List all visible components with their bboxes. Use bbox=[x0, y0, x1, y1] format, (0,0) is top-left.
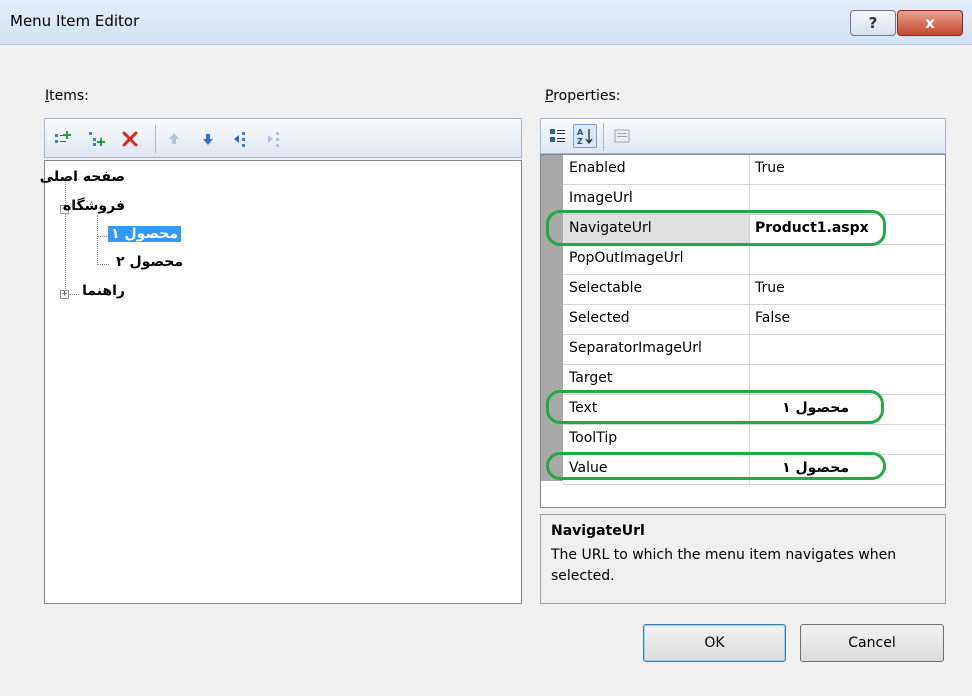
properties-toolbar: AZ bbox=[540, 118, 946, 154]
property-row-separatorimageurl[interactable]: SeparatorImageUrl bbox=[563, 335, 945, 365]
properties-label: Properties: bbox=[545, 88, 621, 104]
items-toolbar bbox=[44, 118, 522, 158]
property-row-selected[interactable]: Selected False bbox=[563, 305, 945, 335]
tree-item[interactable]: فروشگاه bbox=[63, 198, 125, 214]
window-title: Menu Item Editor bbox=[10, 12, 140, 30]
property-row-selectable[interactable]: Selectable True bbox=[563, 275, 945, 305]
move-down-icon[interactable] bbox=[197, 128, 219, 150]
cancel-button[interactable]: Cancel bbox=[800, 624, 944, 662]
expand-toggle-icon[interactable]: + bbox=[60, 290, 69, 299]
property-row-tooltip[interactable]: ToolTip bbox=[563, 425, 945, 455]
highlight-text bbox=[546, 390, 884, 424]
tree-item[interactable]: محصول ۲ bbox=[116, 254, 183, 270]
alphabetical-icon[interactable]: AZ bbox=[573, 124, 597, 148]
property-row-popoutimageurl[interactable]: PopOutImageUrl bbox=[563, 245, 945, 275]
items-label: Items: bbox=[45, 88, 89, 104]
property-row-enabled[interactable]: Enabled True bbox=[563, 155, 945, 185]
delete-icon[interactable] bbox=[119, 128, 141, 150]
help-icon: ? bbox=[868, 14, 878, 32]
ok-button[interactable]: OK bbox=[643, 624, 786, 662]
items-tree[interactable]: − + صفحه اصلی فروشگاه محصول ۱ محصول ۲ را… bbox=[40, 160, 522, 604]
tree-item[interactable]: راهنما bbox=[82, 283, 125, 299]
description-text: The URL to which the menu item navigates… bbox=[551, 547, 897, 584]
title-bar: Menu Item Editor ? x bbox=[0, 0, 972, 45]
svg-text:Z: Z bbox=[577, 137, 583, 145]
help-button[interactable]: ? bbox=[850, 10, 896, 36]
add-child-item-icon[interactable] bbox=[85, 128, 107, 150]
highlight-value bbox=[546, 452, 886, 480]
close-icon: x bbox=[925, 14, 935, 32]
property-pages-icon[interactable] bbox=[611, 125, 633, 147]
tree-item-selected[interactable]: محصول ۱ bbox=[108, 226, 181, 242]
categorized-icon[interactable] bbox=[547, 125, 569, 147]
move-up-icon[interactable] bbox=[163, 128, 185, 150]
add-root-item-icon[interactable] bbox=[51, 128, 73, 150]
tree-item[interactable]: صفحه اصلی bbox=[40, 169, 125, 185]
svg-text:A: A bbox=[577, 128, 584, 137]
close-button[interactable]: x bbox=[897, 10, 963, 36]
highlight-navigateurl bbox=[546, 210, 886, 246]
property-description-pane: NavigateUrl The URL to which the menu it… bbox=[540, 514, 946, 604]
description-title: NavigateUrl bbox=[551, 523, 645, 539]
indent-icon[interactable] bbox=[231, 128, 253, 150]
outdent-icon[interactable] bbox=[265, 128, 287, 150]
